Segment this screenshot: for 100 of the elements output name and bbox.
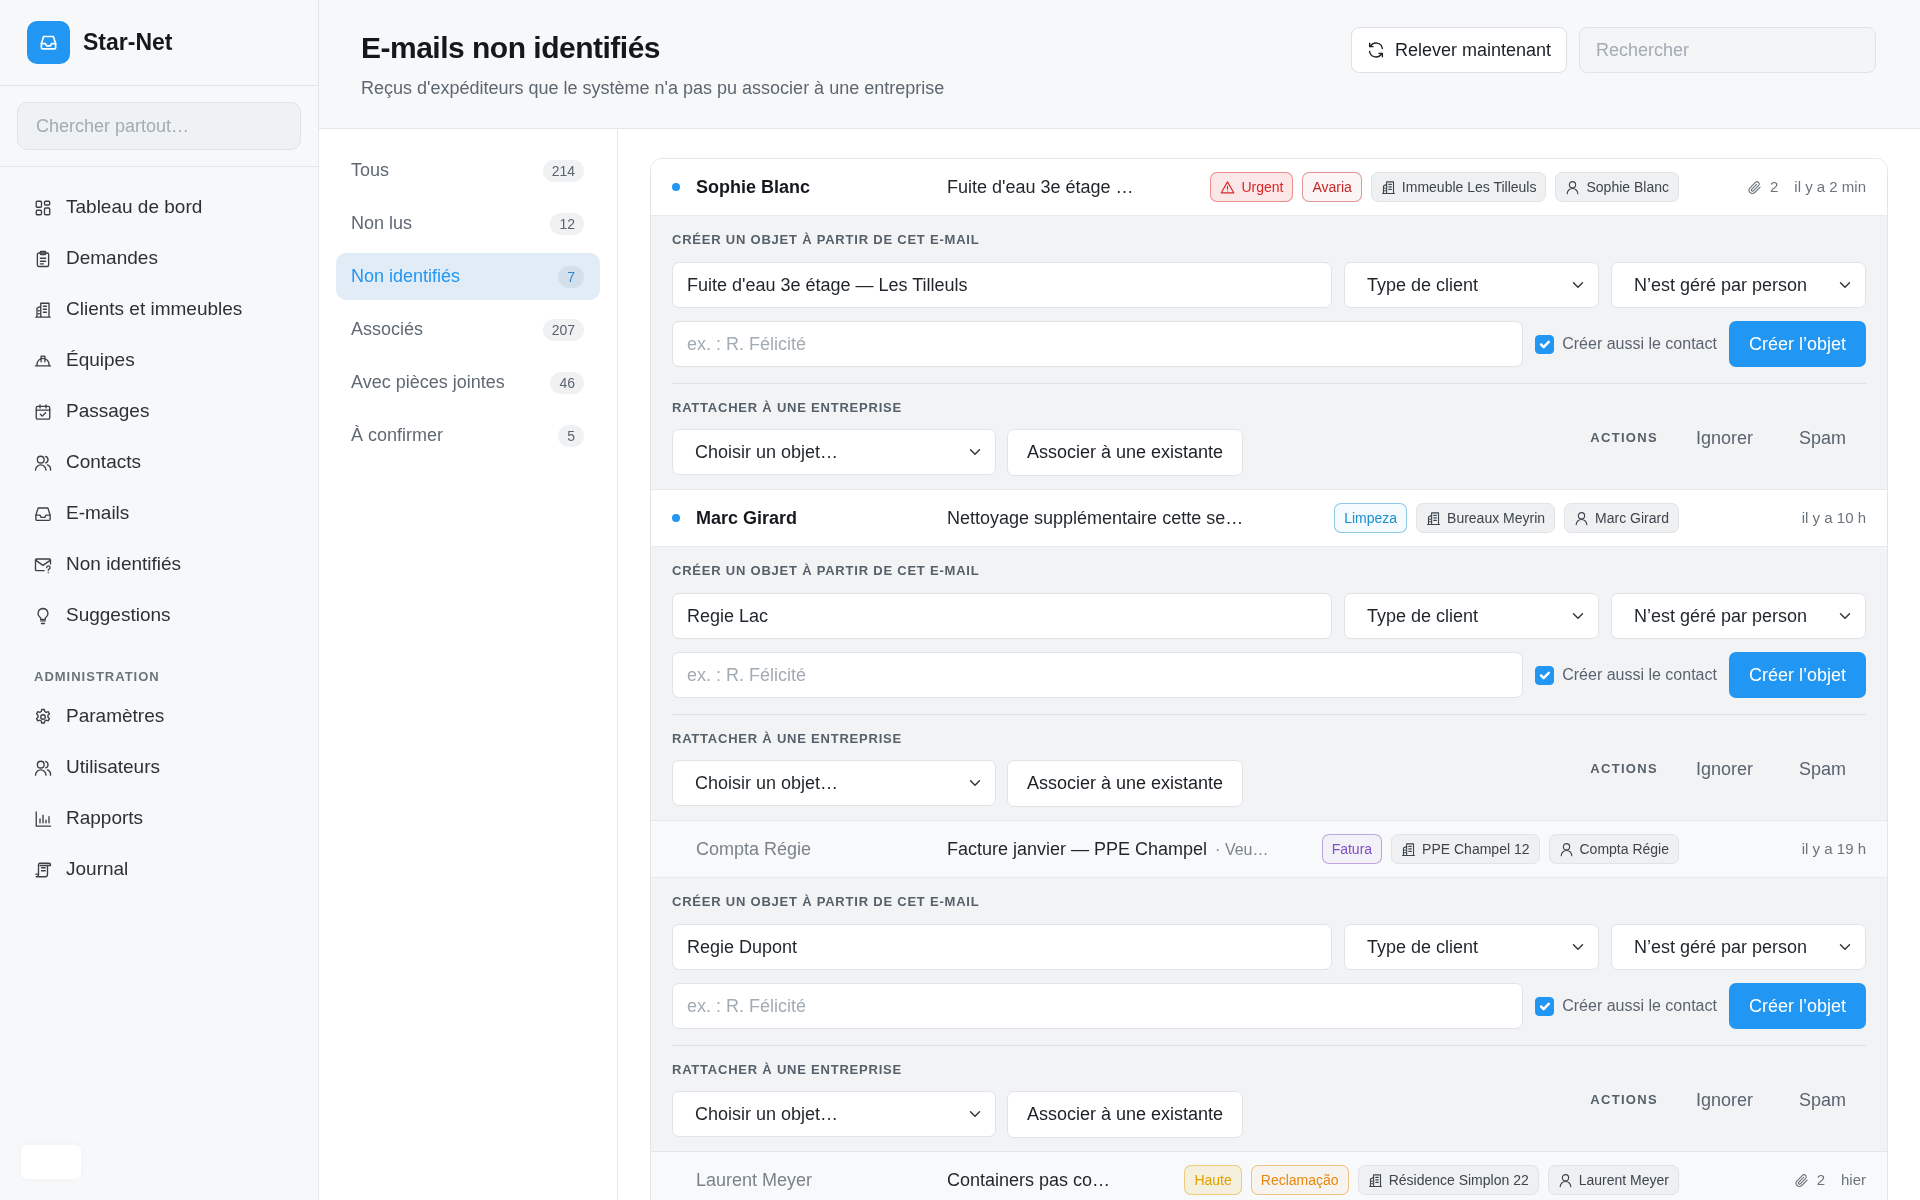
checkbox-label[interactable]: Créer aussi le contact (1562, 994, 1717, 1018)
nav-item[interactable]: Rapports (0, 793, 318, 844)
email-time: il y a 2 min (1794, 176, 1866, 197)
section-label: CRÉER UN OBJET À PARTIR DE CET E-MAIL (672, 563, 981, 579)
paperclip-icon (1746, 179, 1762, 195)
contact-tag[interactable]: Compta Régie (1548, 834, 1679, 864)
filter-item[interactable]: Avec pièces jointes 46 (336, 359, 600, 406)
nav-item[interactable]: Paramètres (0, 691, 318, 742)
count-badge: 12 (550, 212, 584, 235)
nav-item[interactable]: E-mails (0, 488, 318, 539)
filter-item[interactable]: Tous 214 (336, 147, 600, 194)
contact-tag[interactable]: Marc Girard (1564, 503, 1679, 533)
section-label: CRÉER UN OBJET À PARTIR DE CET E-MAIL (672, 232, 981, 248)
nav-item[interactable]: Suggestions (0, 590, 318, 641)
associate-button[interactable]: Associer à une existante (1007, 429, 1244, 476)
search-field[interactable]: Rechercher (1579, 27, 1876, 73)
count-badge: 5 (558, 424, 584, 447)
building-icon (1401, 841, 1417, 857)
dropdown[interactable]: Choisir un objet… (672, 429, 996, 475)
input-field[interactable]: ex. : R. Félicité (672, 652, 1524, 698)
dropdown[interactable]: Choisir un objet… (672, 760, 996, 806)
brand-name: Star-Net (83, 28, 173, 58)
logo-icon (27, 21, 70, 64)
email-row[interactable]: Sophie Blanc Fuite d'eau 3e étage … Urgent Avaria Immeuble Les Tilleuls Sophie Blanc 2 il y a 2 min (651, 159, 1887, 216)
associate-button[interactable]: Associer à une existante (1007, 760, 1244, 807)
checkbox[interactable] (1535, 996, 1555, 1016)
email-row[interactable]: Compta Régie Facture janvier — PPE Champel · Veu… Fatura PPE Champel 12 Compta Régie il y a 19 h (651, 821, 1887, 878)
filter-item[interactable]: À confirmer 5 (336, 412, 600, 459)
ignore-button[interactable]: Ignorer (1675, 751, 1773, 787)
building-tag[interactable]: PPE Champel 12 (1391, 834, 1540, 864)
person-icon (1565, 179, 1581, 195)
checkbox[interactable] (1535, 665, 1555, 685)
building-icon (1380, 179, 1396, 195)
spam-button[interactable]: Spam (1778, 751, 1866, 787)
tag-text: Urgent (1241, 177, 1284, 197)
count-badge: 207 (542, 318, 584, 341)
refresh-button[interactable]: Relever maintenant (1350, 27, 1567, 73)
email-row[interactable]: Laurent Meyer Containers pas co… Haute Reclamação Résidence Simplon 22 Laurent Meyer 2 hier (651, 1152, 1887, 1200)
nav-item[interactable]: Équipes (0, 335, 318, 386)
section-label: ACTIONS (1590, 761, 1658, 777)
email-subject: Containers pas co… (947, 1168, 1111, 1192)
text-field[interactable]: Regie Dupont (672, 924, 1332, 970)
sender-name: Sophie Blanc (696, 175, 812, 199)
dropdown[interactable]: Type de client (1344, 593, 1599, 639)
settings-icon (34, 707, 52, 726)
dropdown[interactable]: Type de client (1344, 262, 1599, 308)
filter-item[interactable]: Non lus 12 (336, 200, 600, 247)
associate-button[interactable]: Associer à une existante (1007, 1091, 1244, 1138)
spam-button[interactable]: Spam (1778, 420, 1866, 456)
text-field[interactable]: Regie Lac (672, 593, 1332, 639)
text-field[interactable]: Fuite d'eau 3e étage — Les Tilleuls (672, 262, 1332, 308)
page-subtitle: Reçus d'expéditeurs que le système n'a pas pu associer à une entreprise (361, 77, 945, 100)
inbox-icon (34, 504, 52, 523)
dropdown[interactable]: N’est géré par person (1611, 262, 1866, 308)
dropdown[interactable]: Choisir un objet… (672, 1091, 996, 1137)
search-field[interactable]: Chercher partout… (17, 102, 301, 150)
section-label: RATTACHER À UNE ENTREPRISE (672, 731, 903, 747)
category-tag: Limpeza (1334, 503, 1408, 533)
contact-tag[interactable]: Laurent Meyer (1547, 1165, 1679, 1195)
paperclip-icon (1793, 1172, 1809, 1188)
nav-item[interactable]: Tableau de bord (0, 182, 318, 233)
email-time: il y a 19 h (1801, 838, 1866, 859)
dropdown[interactable]: Type de client (1344, 924, 1599, 970)
checkbox[interactable] (1535, 334, 1555, 354)
building-tag[interactable]: Immeuble Les Tilleuls (1370, 172, 1547, 202)
section-label: RATTACHER À UNE ENTREPRISE (672, 1062, 903, 1078)
filter-item[interactable]: Associés 207 (336, 306, 600, 353)
building-icon (34, 300, 52, 319)
lightbulb-icon (34, 606, 52, 625)
input-field[interactable]: ex. : R. Félicité (672, 321, 1524, 367)
checkbox-label[interactable]: Créer aussi le contact (1562, 332, 1717, 356)
page-title: E-mails non identifiés (361, 30, 662, 66)
ignore-button[interactable]: Ignorer (1675, 1082, 1773, 1118)
building-icon (1367, 1172, 1383, 1188)
email-time: il y a 10 h (1801, 507, 1866, 528)
building-tag[interactable]: Bureaux Meyrin (1416, 503, 1556, 533)
nav-item[interactable]: Non identifiés (0, 539, 318, 590)
building-tag[interactable]: Résidence Simplon 22 (1357, 1165, 1539, 1195)
bar-chart-icon (34, 809, 52, 828)
nav-item[interactable]: Contacts (0, 437, 318, 488)
nav-item[interactable]: Utilisateurs (0, 742, 318, 793)
nav-item[interactable]: Demandes (0, 233, 318, 284)
category-tag: Avaria (1302, 172, 1362, 202)
dropdown[interactable]: N’est géré par person (1611, 593, 1866, 639)
input-field[interactable]: ex. : R. Félicité (672, 983, 1524, 1029)
calendar-check-icon (34, 402, 52, 421)
person-icon (1558, 841, 1574, 857)
nav-item[interactable]: Passages (0, 386, 318, 437)
email-preview: · Veu… (1215, 839, 1269, 860)
sender-name: Compta Régie (696, 837, 813, 861)
dropdown[interactable]: N’est géré par person (1611, 924, 1866, 970)
clipboard-icon (34, 249, 52, 268)
nav-item[interactable]: Clients et immeubles (0, 284, 318, 335)
nav-item[interactable]: Journal (0, 844, 318, 895)
checkbox-label[interactable]: Créer aussi le contact (1562, 663, 1717, 687)
contact-tag[interactable]: Sophie Blanc (1555, 172, 1679, 202)
sender-name: Marc Girard (696, 506, 799, 530)
attachment-count: 2 (1769, 176, 1779, 197)
ignore-button[interactable]: Ignorer (1675, 420, 1773, 456)
spam-button[interactable]: Spam (1778, 1082, 1866, 1118)
